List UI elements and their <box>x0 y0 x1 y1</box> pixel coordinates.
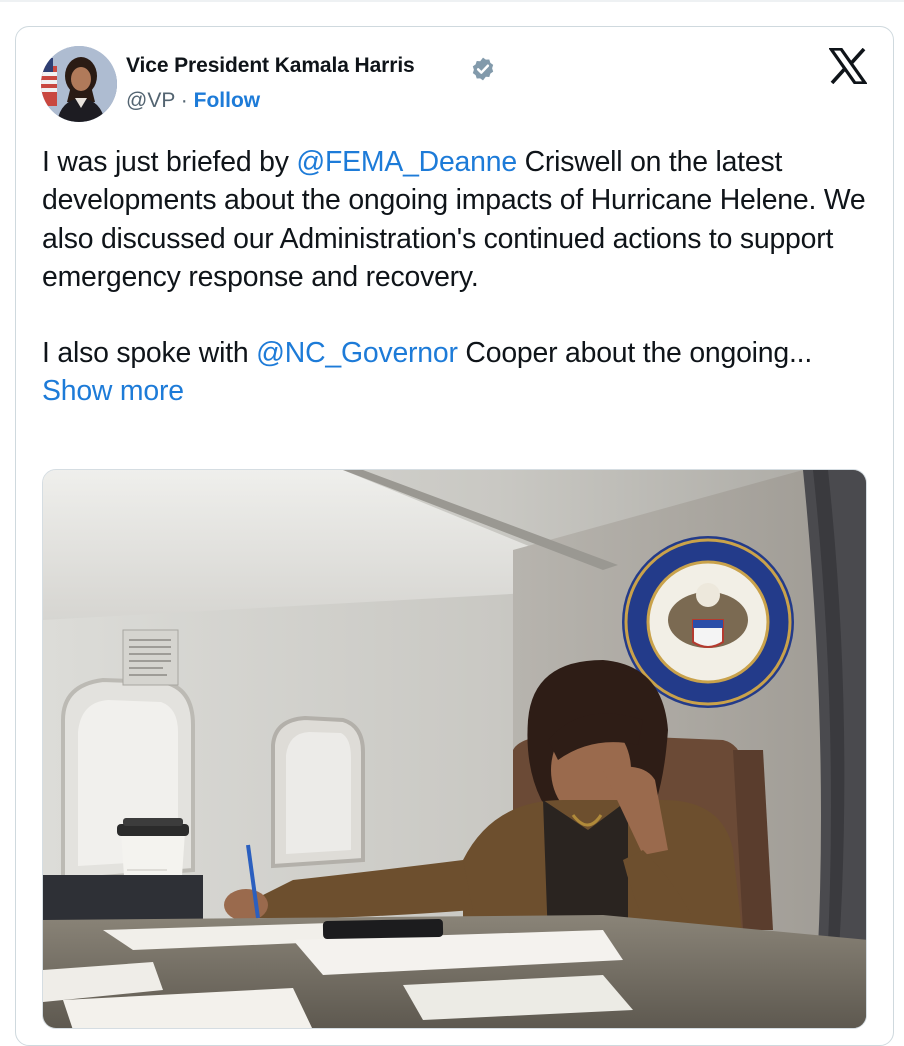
meta-separator: · <box>180 89 194 112</box>
x-logo-icon[interactable] <box>829 48 867 84</box>
author-avatar[interactable] <box>41 46 117 122</box>
tweet-photo[interactable] <box>42 469 867 1029</box>
follow-button[interactable]: Follow <box>194 89 261 112</box>
verified-badge-icon <box>472 57 494 81</box>
page-top-divider <box>0 0 904 2</box>
author-handle[interactable]: @VP <box>126 89 175 112</box>
tweet-paragraph-1: I was just briefed by @FEMA_Deanne Crisw… <box>42 143 872 296</box>
tweet-text: I was just briefed by @FEMA_Deanne Crisw… <box>42 143 872 411</box>
author-meta-row: @VP · Follow <box>126 89 260 113</box>
show-more-link[interactable]: Show more <box>42 375 184 407</box>
tweet-text-segment: I also spoke with <box>42 337 257 370</box>
mention-link-nc-governor[interactable]: @NC_Governor <box>256 337 458 369</box>
author-name[interactable]: Vice President Kamala Harris <box>126 54 415 78</box>
mention-link-fema[interactable]: @FEMA_Deanne <box>296 146 517 178</box>
tweet-text-segment: I was just briefed by <box>42 146 297 178</box>
tweet-text-segment: Cooper about the ongoing... <box>457 337 813 370</box>
tweet-paragraph-2: I also spoke with @NC_Governor Cooper ab… <box>42 334 872 411</box>
